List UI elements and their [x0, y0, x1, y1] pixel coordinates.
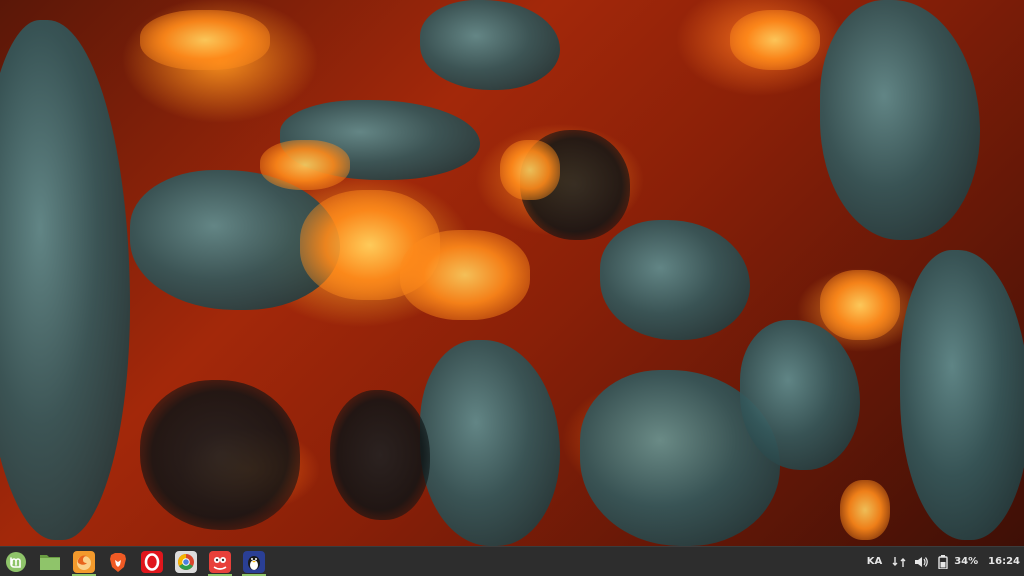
wallpaper-ash-right	[900, 250, 1024, 540]
launcher-chromium[interactable]	[171, 547, 201, 576]
wallpaper-ash-center	[600, 220, 750, 340]
brave-browser-icon	[107, 551, 129, 573]
battery-percentage[interactable]: 34%	[954, 556, 978, 567]
desktop-wallpaper	[0, 0, 1024, 546]
wallpaper-ash-right-top	[820, 0, 980, 240]
wallpaper-ash-bottom	[420, 340, 560, 546]
launcher-gimp[interactable]	[205, 547, 235, 576]
network-icon[interactable]	[892, 555, 906, 569]
wallpaper-ember-3	[140, 10, 270, 70]
keyboard-layout-indicator[interactable]: KA	[867, 556, 883, 567]
wallpaper-ember-5	[840, 480, 890, 540]
linux-mint-logo-icon	[5, 551, 27, 573]
firefox-icon	[73, 550, 95, 573]
launcher-files[interactable]	[35, 547, 65, 576]
opera-browser-icon	[141, 550, 163, 573]
desktop: KA 34% 16:24	[0, 0, 1024, 576]
wallpaper-ember-7	[500, 140, 560, 200]
wallpaper-ember-4	[820, 270, 900, 340]
launcher-firefox[interactable]	[69, 547, 99, 576]
battery-icon[interactable]	[936, 554, 950, 569]
wallpaper-charcoal-3	[330, 390, 430, 520]
wallpaper-ash-mid-right	[740, 320, 860, 470]
wallpaper-ash-left	[0, 20, 130, 540]
files-folder-icon	[39, 552, 61, 572]
volume-icon[interactable]	[914, 555, 929, 569]
wallpaper-ember-8	[260, 140, 350, 190]
clock[interactable]: 16:24	[988, 556, 1020, 567]
gimp-icon	[209, 550, 231, 573]
system-tray: KA 34% 16:24	[867, 547, 1024, 576]
launcher-brave[interactable]	[103, 547, 133, 576]
chromium-browser-icon	[175, 550, 197, 573]
wallpaper-ember-6	[730, 10, 820, 70]
wallpaper-charcoal-2	[140, 380, 300, 530]
start-menu-button[interactable]	[1, 547, 31, 576]
launcher-opera[interactable]	[137, 547, 167, 576]
launcher-tux-app[interactable]	[239, 547, 269, 576]
wallpaper-ash-top	[420, 0, 560, 90]
wallpaper-ember-2	[400, 230, 530, 320]
taskbar-panel: KA 34% 16:24	[0, 546, 1024, 576]
tux-app-icon	[243, 550, 265, 573]
